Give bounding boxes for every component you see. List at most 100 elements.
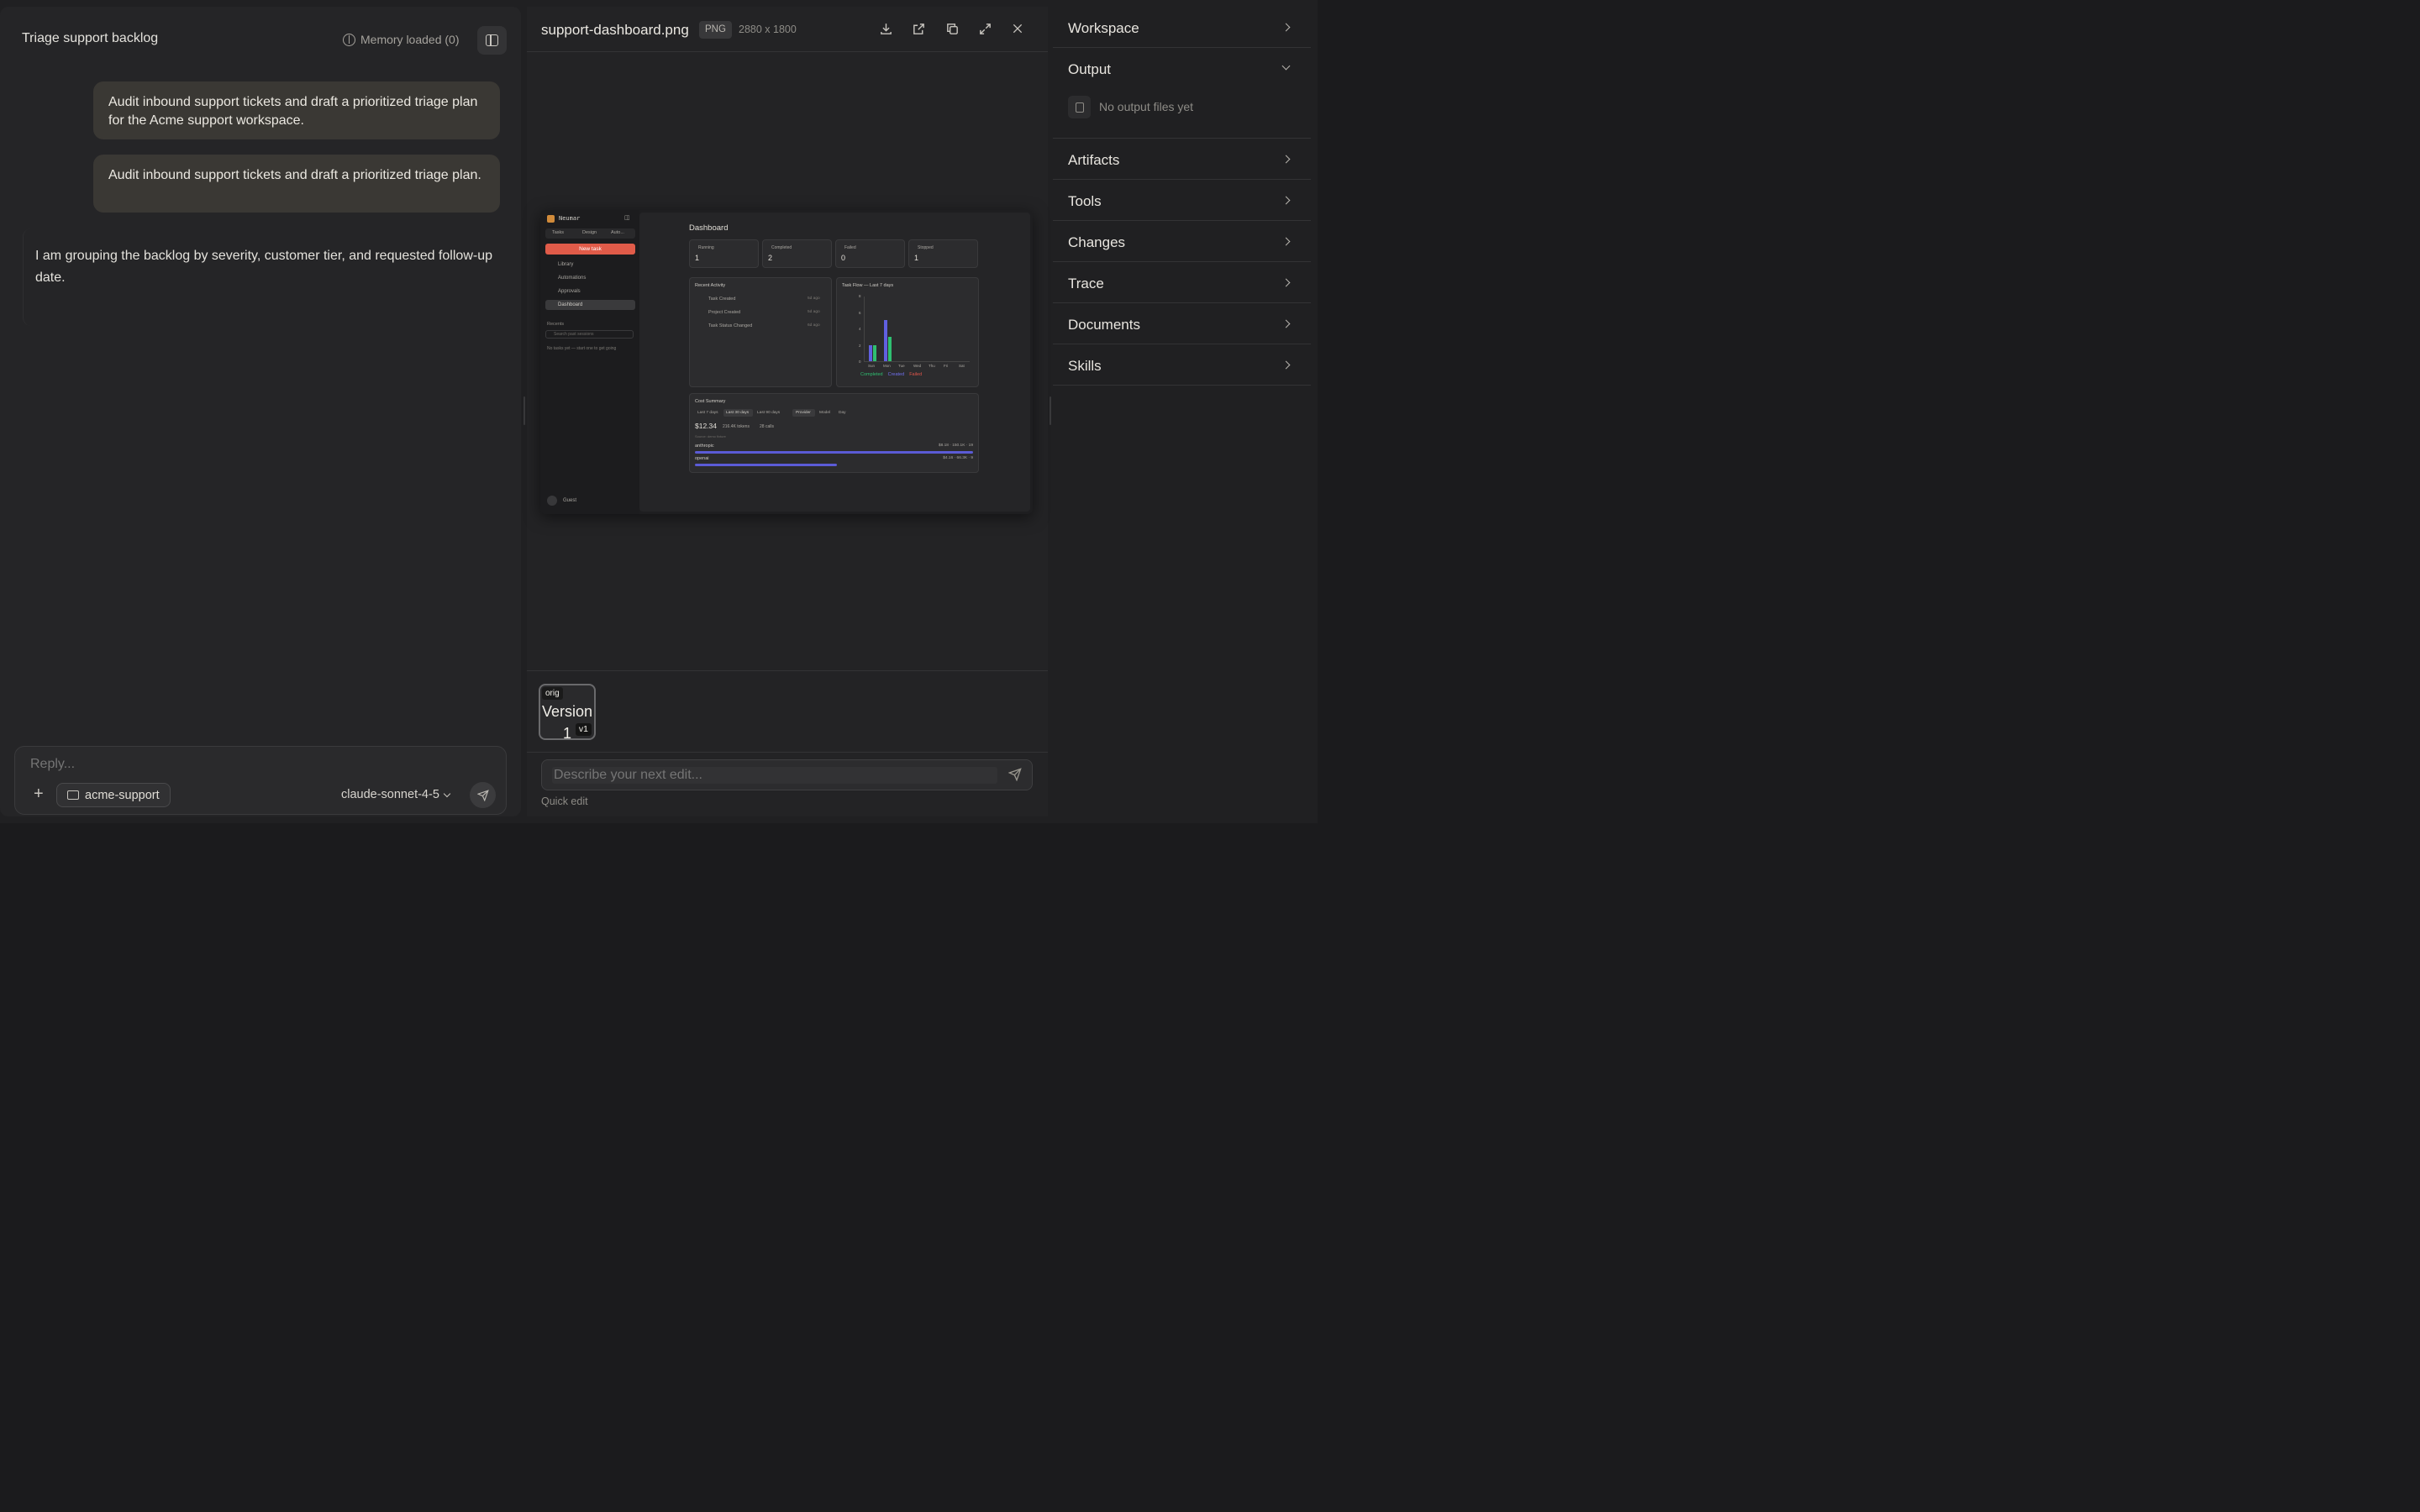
user-message: Audit inbound support tickets and draft …: [93, 155, 500, 213]
edit-composer: [541, 759, 1033, 790]
divider: [527, 670, 1048, 671]
edit-input[interactable]: [552, 767, 997, 784]
chevron-right-icon: [1281, 23, 1291, 32]
mini-stat-card: Running 1: [689, 239, 759, 268]
section-skills[interactable]: Skills: [1053, 344, 1311, 386]
expand-icon[interactable]: [977, 22, 992, 37]
chevron-right-icon: [1281, 319, 1291, 328]
workspace-chip[interactable]: acme-support: [56, 783, 171, 807]
resize-handle[interactable]: [1050, 396, 1051, 425]
open-external-icon[interactable]: [911, 22, 926, 37]
chevron-down-icon: [1281, 61, 1291, 71]
mini-nav-item: Dashboard: [558, 302, 583, 307]
version-thumbnail[interactable]: Version 1 orig v1: [539, 684, 596, 740]
divider: [527, 752, 1048, 753]
section-tools[interactable]: Tools: [1053, 180, 1311, 221]
mini-tab: Design: [582, 230, 597, 235]
mini-chart-bar: [873, 344, 876, 361]
send-button[interactable]: [470, 782, 496, 808]
section-output[interactable]: Output No output files yet: [1053, 48, 1311, 139]
chevron-right-icon: [1281, 237, 1291, 246]
download-icon[interactable]: [878, 22, 893, 37]
workspace-chip-label: acme-support: [85, 788, 160, 802]
version-origin-tag: orig: [542, 687, 563, 700]
mini-chart-day-label: Sat: [959, 364, 965, 368]
memory-status[interactable]: Memory loaded (0): [343, 33, 460, 46]
send-edit-icon[interactable]: [1007, 768, 1022, 785]
file-icon: [1068, 96, 1091, 118]
mini-nav-item: Approvals: [558, 289, 581, 294]
section-trace[interactable]: Trace: [1053, 262, 1311, 303]
mini-cost-summary: Cost Summary Last 7 days Last 30 days La…: [689, 393, 979, 473]
app-window: Triage support backlog Memory loaded (0)…: [0, 0, 1318, 823]
reply-input[interactable]: [30, 757, 484, 772]
version-badge: v1: [575, 723, 592, 736]
mini-chart-day-label: Mon: [883, 364, 891, 368]
mini-chart-bar: [869, 344, 872, 361]
memory-label: Memory loaded (0): [360, 33, 460, 46]
composer: + acme-support claude-sonnet-4-5: [14, 746, 507, 815]
mini-chart-y-tick: 4: [859, 327, 861, 331]
mini-new-task-button: New task: [545, 244, 635, 255]
mini-task-flow-chart: Task Flow — Last 7 days 02468 Sun Mon Tue W…: [836, 277, 979, 387]
brain-icon: [343, 33, 355, 46]
mini-user-name: Guest: [563, 498, 577, 503]
mini-tab: Auto...: [611, 230, 624, 235]
mini-nav-item: Automations: [558, 276, 587, 281]
mini-search-placeholder: Search past sessions: [554, 332, 594, 337]
mini-provider-bar: [695, 464, 837, 466]
resize-handle[interactable]: [523, 396, 525, 425]
brand-logo-icon: [547, 215, 555, 223]
section-documents[interactable]: Documents: [1053, 303, 1311, 344]
chevron-right-icon: [1281, 155, 1291, 164]
toggle-panel-button[interactable]: [477, 26, 507, 55]
sidebar-panel-icon: [486, 34, 498, 46]
mini-chart-day-label: Thu: [929, 364, 935, 368]
copy-icon[interactable]: [944, 22, 960, 37]
mini-stat-card: Completed 2: [762, 239, 832, 268]
image-dimensions: 2880 x 1800: [739, 24, 797, 35]
mini-dashboard: Dashboard Running 1 Completed 2 Failed 0…: [639, 213, 1030, 512]
mini-chart-day-label: Wed: [913, 364, 922, 368]
mini-tab: Tasks: [552, 230, 565, 235]
mini-stat-card: Failed 0: [835, 239, 905, 268]
close-icon[interactable]: [1010, 22, 1025, 37]
mini-chart-bar: [884, 320, 887, 361]
mini-provider-bar: [695, 451, 973, 454]
mini-user-avatar: [547, 496, 557, 506]
mini-sidebar: Neumar ◫ Tasks Design Auto... New task L…: [540, 210, 639, 514]
format-badge: PNG: [699, 21, 732, 39]
mini-dashboard-title: Dashboard: [689, 223, 729, 233]
section-artifacts[interactable]: Artifacts: [1053, 139, 1311, 180]
mini-empty-recents: No tasks yet — start one to get going: [547, 346, 617, 351]
chevron-right-icon: [1281, 278, 1291, 287]
send-icon: [476, 789, 489, 801]
mini-chart-plot: [864, 297, 970, 362]
mini-nav-item: Library: [558, 262, 574, 267]
mini-chart-legend: Completed Created Failed: [860, 372, 923, 377]
empty-output-text: No output files yet: [1099, 100, 1194, 113]
mini-brand: Neumar: [559, 215, 581, 222]
mini-chart-y-tick: 6: [859, 310, 861, 315]
chevron-right-icon: [1281, 360, 1291, 370]
add-attachment-icon[interactable]: +: [34, 785, 44, 803]
file-name: support-dashboard.png: [541, 22, 689, 38]
mini-chart-day-label: Tue: [898, 364, 905, 368]
details-sidebar: Workspace Output No output files yet Art…: [1053, 7, 1311, 816]
mini-recent-activity: Recent Activity Task Created 5d ago Proj…: [689, 277, 832, 387]
chevron-right-icon: [1281, 196, 1291, 205]
chat-panel: Triage support backlog Memory loaded (0)…: [0, 7, 521, 816]
mini-chart-bar: [888, 336, 892, 361]
mini-chart-y-tick: 0: [859, 360, 861, 364]
section-workspace[interactable]: Workspace: [1053, 7, 1311, 48]
mini-chart-y-tick: 8: [859, 294, 861, 298]
model-selector[interactable]: claude-sonnet-4-5: [341, 788, 451, 801]
mini-chart-day-label: Sun: [868, 364, 876, 368]
mini-recents-label: Recents: [547, 322, 565, 327]
model-label: claude-sonnet-4-5: [341, 788, 439, 801]
file-preview-panel: support-dashboard.png PNG 2880 x 1800 Ne…: [527, 7, 1048, 816]
section-changes[interactable]: Changes: [1053, 221, 1311, 262]
folder-icon: [67, 790, 79, 800]
preview-image: Neumar ◫ Tasks Design Auto... New task L…: [540, 210, 1033, 514]
quick-edit-label: Quick edit: [541, 795, 588, 807]
